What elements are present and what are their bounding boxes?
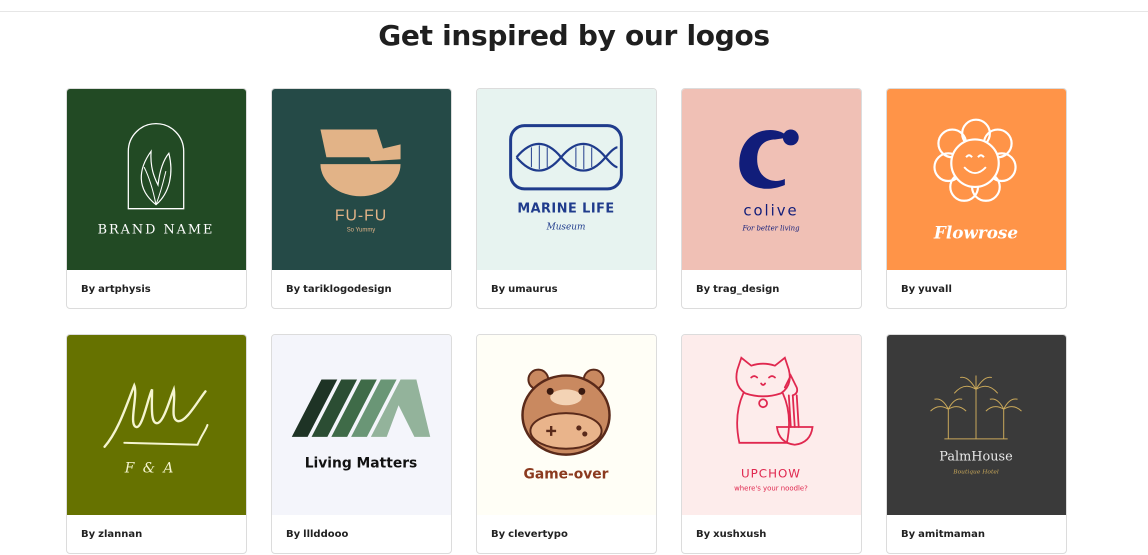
card-byline: By clevertypo: [477, 515, 656, 553]
logo-preview[interactable]: BRAND NAME: [67, 89, 246, 270]
author-link[interactable]: tariklogodesign: [303, 284, 391, 295]
by-label: By: [81, 529, 96, 540]
card-byline: By artphysis: [67, 270, 246, 308]
author-link[interactable]: clevertypo: [508, 529, 568, 540]
signature-logo-icon: F & A: [103, 382, 209, 476]
stripes-logo-icon: Living Matters: [291, 379, 431, 472]
by-label: By: [491, 529, 506, 540]
logo-text: BRAND NAME: [98, 222, 215, 237]
logo-preview[interactable]: colive For better living: [682, 89, 861, 270]
logo-preview[interactable]: F & A: [67, 335, 246, 515]
dna-wave-logo-icon: MARINE LIFE Museum: [509, 124, 623, 232]
card-byline: By umaurus: [477, 270, 656, 308]
logo-card-zlannan[interactable]: F & A By zlannan: [66, 334, 247, 554]
author-link[interactable]: trag_design: [713, 284, 779, 295]
logo-preview[interactable]: Living Matters: [272, 335, 451, 515]
logo-preview[interactable]: FU-FU So Yummy: [272, 89, 451, 270]
logo-card-amitmaman[interactable]: PalmHouse Boutique Hotel By amitmaman: [886, 334, 1067, 554]
by-label: By: [901, 284, 916, 295]
card-byline: By yuvall: [887, 270, 1066, 308]
logo-text: Flowrose: [933, 222, 1018, 242]
by-label: By: [696, 529, 711, 540]
logo-text: UPCHOW: [741, 466, 801, 480]
logo-subtext: where's your noodle?: [734, 484, 808, 492]
logo-card-lllddooo[interactable]: Living Matters By lllddooo: [271, 334, 452, 554]
by-label: By: [81, 284, 96, 295]
logo-card-tariklogodesign[interactable]: FU-FU So Yummy By tariklogodesign: [271, 88, 452, 309]
logo-text: FU-FU: [335, 208, 387, 225]
by-label: By: [901, 529, 916, 540]
bowls-logo-icon: FU-FU So Yummy: [320, 129, 401, 233]
logo-subtext: For better living: [741, 224, 800, 232]
logo-subtext: So Yummy: [347, 227, 376, 233]
card-byline: By xushxush: [682, 515, 861, 553]
card-byline: By amitmaman: [887, 515, 1066, 553]
section-heading: Get inspired by our logos: [378, 19, 770, 52]
author-link[interactable]: xushxush: [713, 529, 766, 540]
author-link[interactable]: yuvall: [918, 284, 952, 295]
lucky-cat-logo-icon: UPCHOW where's your noodle?: [734, 356, 814, 492]
logo-text: F & A: [124, 460, 176, 476]
by-label: By: [491, 284, 506, 295]
logo-card-yuvall[interactable]: Flowrose By yuvall: [886, 88, 1067, 309]
card-byline: By tariklogodesign: [272, 270, 451, 308]
author-link[interactable]: zlannan: [98, 529, 142, 540]
palm-trees-logo-icon: PalmHouse Boutique Hotel: [930, 375, 1022, 475]
author-link[interactable]: amitmaman: [918, 529, 985, 540]
logo-subtext: Boutique Hotel: [952, 468, 999, 475]
logo-text: colive: [743, 203, 798, 220]
card-byline: By lllddooo: [272, 515, 451, 553]
hamster-gamepad-logo-icon: Game-over: [521, 368, 611, 482]
logo-text: Living Matters: [305, 456, 418, 472]
logo-card-umaurus[interactable]: MARINE LIFE Museum By umaurus: [476, 88, 657, 309]
flower-face-logo-icon: Flowrose: [933, 118, 1018, 242]
logo-card-trag-design[interactable]: colive For better living By trag_design: [681, 88, 862, 309]
logo-card-artphysis[interactable]: BRAND NAME By artphysis: [66, 88, 247, 309]
author-link[interactable]: artphysis: [98, 284, 151, 295]
logo-card-clevertypo[interactable]: Game-over By clevertypo: [476, 334, 657, 554]
logo-preview[interactable]: Game-over: [477, 335, 656, 515]
logo-card-xushxush[interactable]: UPCHOW where's your noodle? By xushxush: [681, 334, 862, 554]
by-label: By: [286, 529, 301, 540]
arch-leaf-logo-icon: BRAND NAME: [98, 122, 215, 237]
logo-subtext: Museum: [546, 222, 586, 232]
logo-preview[interactable]: UPCHOW where's your noodle?: [682, 335, 861, 515]
author-link[interactable]: umaurus: [508, 284, 557, 295]
logo-preview[interactable]: PalmHouse Boutique Hotel: [887, 335, 1066, 515]
logo-text: Game-over: [524, 466, 609, 482]
by-label: By: [286, 284, 301, 295]
logo-text: PalmHouse: [939, 450, 1012, 465]
card-byline: By zlannan: [67, 515, 246, 553]
author-link[interactable]: lllddooo: [303, 529, 348, 540]
card-byline: By trag_design: [682, 270, 861, 308]
by-label: By: [696, 284, 711, 295]
logo-text: MARINE LIFE: [517, 202, 614, 217]
logo-grid: BRAND NAME By artphysis FU-FU So Yummy B…: [66, 88, 1068, 554]
header-divider: [0, 11, 1148, 12]
logo-preview[interactable]: Flowrose: [887, 89, 1066, 270]
letter-c-logo-icon: colive For better living: [739, 129, 800, 232]
logo-preview[interactable]: MARINE LIFE Museum: [477, 89, 656, 270]
